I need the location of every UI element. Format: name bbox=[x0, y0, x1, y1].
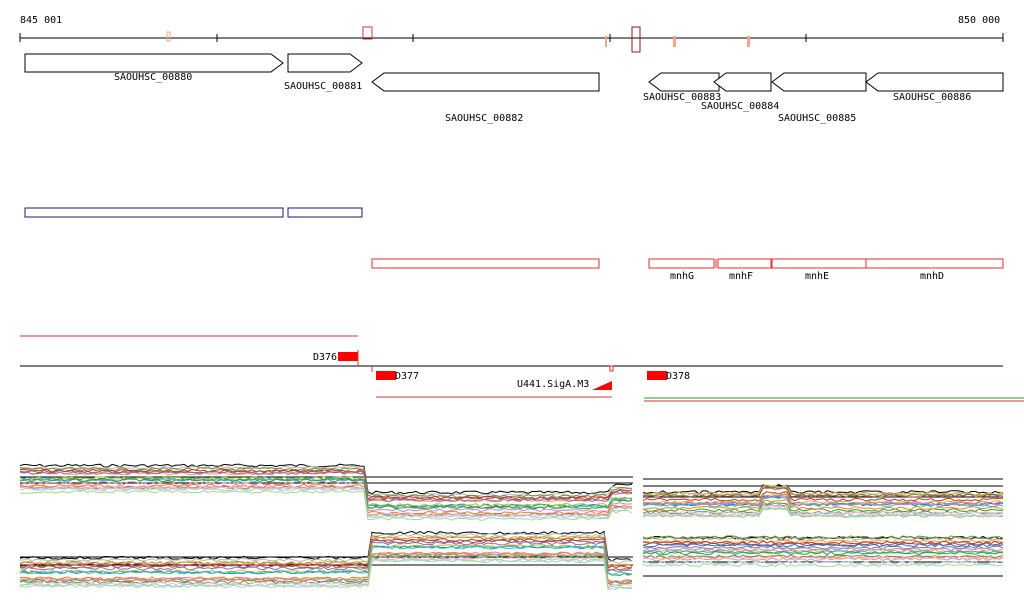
promoter-marker-D378[interactable] bbox=[647, 371, 667, 380]
operon-label-mnhE: mnhE bbox=[805, 271, 829, 282]
ruler-highlight[interactable] bbox=[605, 36, 607, 47]
operon-box-plus[interactable] bbox=[24, 207, 284, 218]
operon-track: mnhG mnhF mnhE mnhD bbox=[24, 207, 1004, 282]
transcript-track: D376 D377 U441.SigA.M3 D378 bbox=[20, 335, 1024, 402]
ruler-highlight[interactable] bbox=[362, 26, 373, 40]
gene-arrow-SAOUHSC_00885[interactable] bbox=[771, 72, 867, 92]
operon-label-mnhD: mnhD bbox=[920, 271, 944, 282]
operon-box-mnhF[interactable] bbox=[717, 258, 772, 269]
ruler-end-label: 850 000 bbox=[958, 15, 1000, 26]
genome-browser-view: 845 001 850 000 SAOUHSC_00880 SAOUHSC_00… bbox=[19, 15, 1024, 591]
gene-arrow-SAOUHSC_00886[interactable] bbox=[865, 72, 1004, 92]
gene-arrow-SAOUHSC_00881[interactable] bbox=[287, 53, 363, 73]
operon-box-plus[interactable] bbox=[287, 207, 363, 218]
coordinate-ruler: 845 001 850 000 bbox=[19, 15, 1004, 53]
gene-label: SAOUHSC_00880 bbox=[114, 72, 192, 83]
expression-panel-plus-left bbox=[19, 463, 633, 521]
promoter-label-D377: D377 bbox=[395, 371, 419, 382]
ruler-highlight[interactable] bbox=[166, 31, 171, 42]
promoter-label-D376: D376 bbox=[313, 352, 337, 363]
operon-box-mnhE[interactable] bbox=[771, 258, 867, 269]
ruler-start-label: 845 001 bbox=[20, 15, 62, 26]
promoter-marker-D377[interactable] bbox=[376, 371, 396, 380]
promoter-tick bbox=[609, 365, 614, 372]
ruler-highlight[interactable] bbox=[673, 36, 676, 47]
promoter-marker-D376[interactable] bbox=[338, 352, 358, 361]
gene-arrow-SAOUHSC_00883[interactable] bbox=[648, 72, 720, 92]
gene-label: SAOUHSC_00881 bbox=[284, 81, 362, 92]
promoter-label-U441: U441.SigA.M3 bbox=[517, 379, 589, 390]
gene-label: SAOUHSC_00882 bbox=[445, 113, 523, 124]
gene-arrow-SAOUHSC_00880[interactable] bbox=[24, 53, 284, 73]
ruler-highlight[interactable] bbox=[631, 26, 641, 53]
expression-panel-plus-right bbox=[642, 478, 1004, 518]
ruler-highlight[interactable] bbox=[747, 36, 750, 47]
expression-panel-minus-left bbox=[19, 530, 633, 591]
gene-label: SAOUHSC_00886 bbox=[893, 92, 971, 103]
gene-arrow-SAOUHSC_00882[interactable] bbox=[371, 72, 600, 92]
operon-label-mnhG: mnhG bbox=[670, 271, 694, 282]
operon-box-minus[interactable] bbox=[371, 258, 600, 269]
expression-panel-minus-right bbox=[642, 535, 1004, 577]
operon-label-mnhF: mnhF bbox=[729, 271, 753, 282]
gene-arrow-SAOUHSC_00884[interactable] bbox=[713, 72, 772, 92]
operon-box-mnhG[interactable] bbox=[648, 258, 715, 269]
expression-trace bbox=[642, 563, 1004, 568]
promoter-label-D378: D378 bbox=[666, 371, 690, 382]
expression-panels bbox=[19, 463, 1004, 591]
operon-box-mnhD[interactable] bbox=[865, 258, 1004, 269]
promoter-marker-U441[interactable] bbox=[592, 381, 612, 390]
gene-label: SAOUHSC_00884 bbox=[701, 101, 779, 112]
gene-track: SAOUHSC_00880 SAOUHSC_00881 SAOUHSC_0088… bbox=[24, 53, 1004, 124]
gene-label: SAOUHSC_00885 bbox=[778, 113, 856, 124]
